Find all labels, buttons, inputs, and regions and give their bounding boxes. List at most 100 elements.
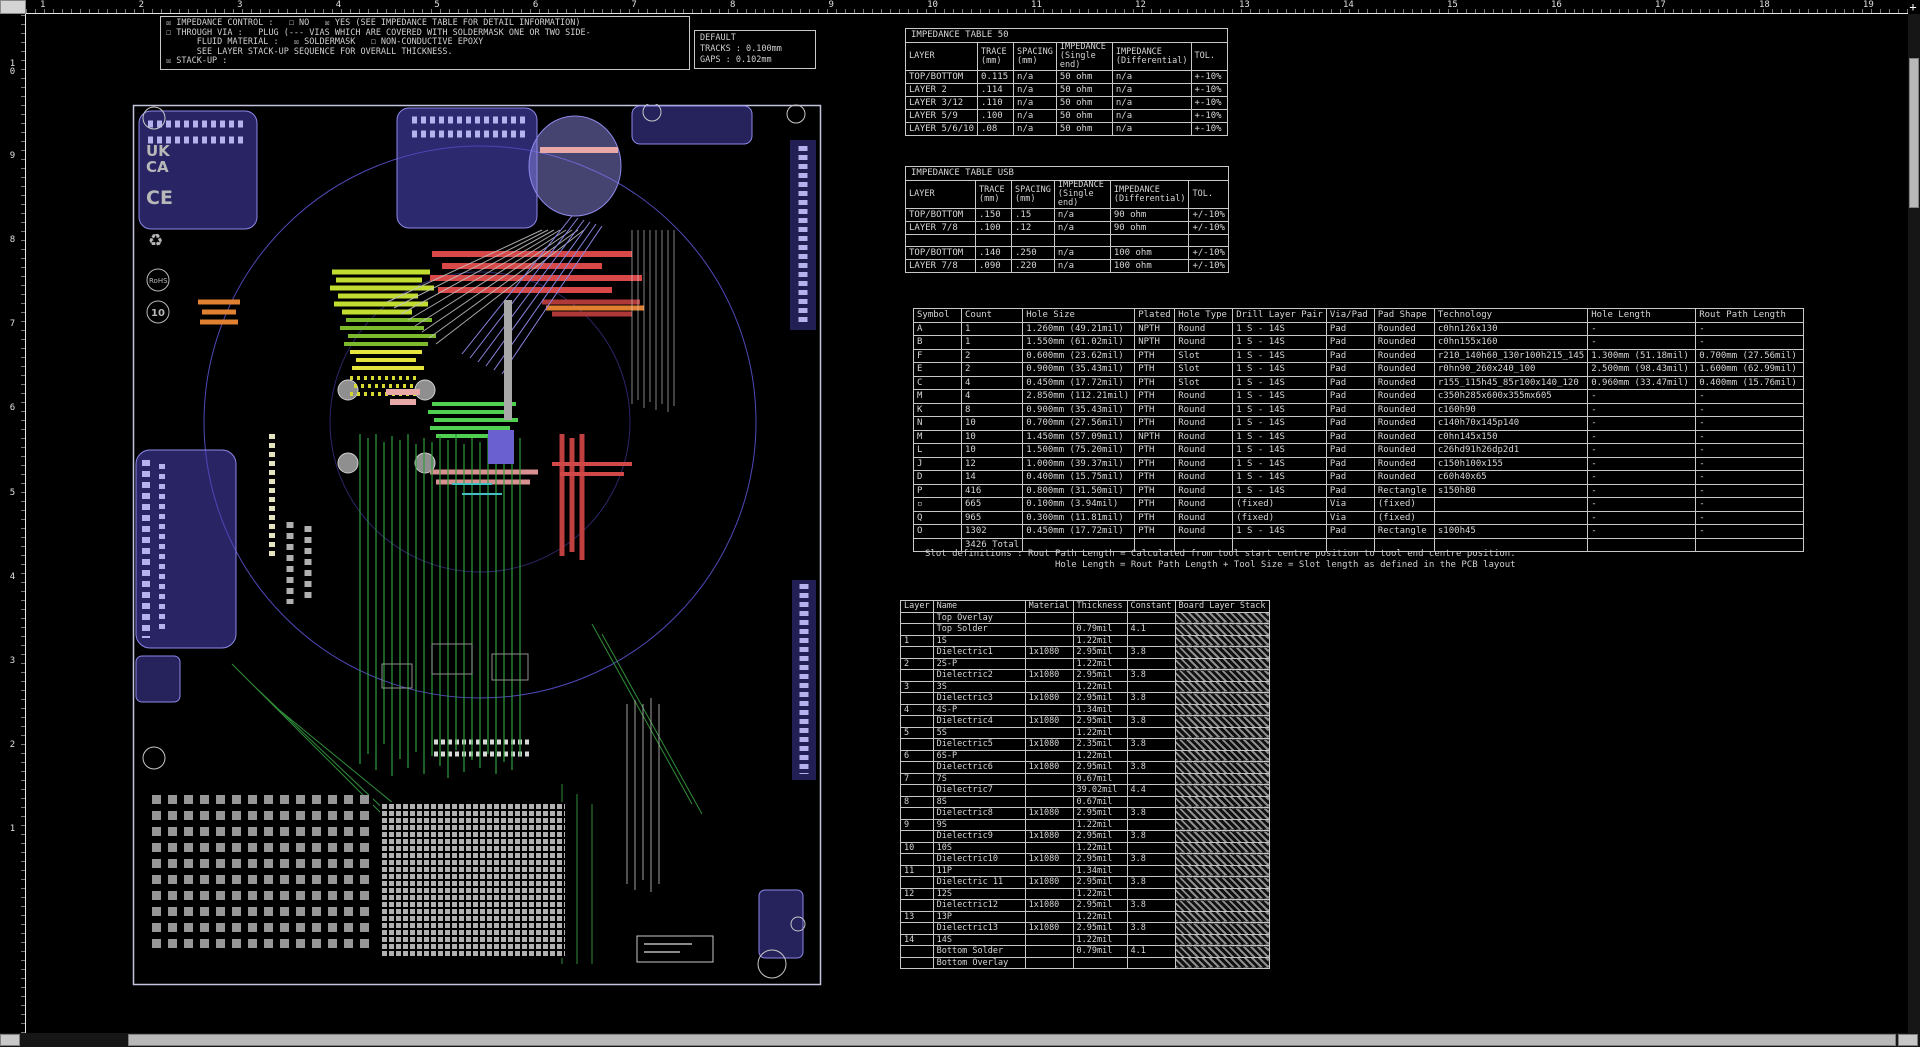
table-cell	[1126, 818, 1176, 831]
table-cell: 3.8	[1126, 738, 1176, 751]
table-cell: Dielectric13	[932, 922, 1026, 935]
table-cell	[1174, 853, 1270, 866]
table-cell	[1126, 680, 1176, 693]
ruler-number: 8	[9, 235, 16, 246]
table-cell: 3.8	[1126, 876, 1176, 889]
table-cell: .140	[975, 246, 1012, 260]
table-cell: Round	[1174, 416, 1234, 431]
scroll-right-button[interactable]	[1898, 1034, 1918, 1046]
table-cell	[900, 738, 934, 751]
table-cell: n/a	[1013, 83, 1057, 97]
table-cell: Round	[1174, 524, 1234, 539]
table-cell: r0hn90_260x240_100	[1433, 362, 1589, 377]
table-cell: 0.900mm (35.43mil)	[1022, 402, 1136, 417]
table-cell: -	[1587, 483, 1697, 498]
table-cell: Round	[1174, 335, 1234, 350]
table-cell: TOL.	[1190, 42, 1228, 71]
table-cell: Round	[1174, 497, 1234, 512]
scroll-left-button[interactable]	[0, 1034, 20, 1046]
horizontal-scroll-thumb[interactable]	[128, 1034, 1896, 1046]
table-cell: 2.95mil	[1072, 692, 1128, 705]
table-cell: 14S	[932, 933, 1026, 946]
table-cell	[1174, 692, 1270, 705]
table-cell: Dielectric2	[932, 669, 1026, 682]
table-cell: 2.95mil	[1072, 922, 1128, 935]
table-cell: +/-10%	[1188, 208, 1229, 222]
table-cell: .100	[975, 221, 1012, 235]
table-cell: 1 S - 14S	[1232, 416, 1327, 431]
table-cell: LAYER 3/12	[904, 96, 979, 110]
table-cell: Pad	[1325, 470, 1375, 485]
table-cell: +-10%	[1190, 122, 1228, 136]
table-cell	[1024, 933, 1074, 946]
table-cell: Dielectric9	[932, 830, 1026, 843]
table-cell: Q	[913, 510, 962, 525]
ruler-number: 3	[237, 0, 243, 10]
table-cell: LAYER	[904, 42, 979, 71]
ruler-number: 1	[40, 0, 46, 10]
table-cell: 2.500mm (98.43mil)	[1587, 362, 1697, 377]
table-cell: 6	[900, 749, 934, 762]
table-cell: Rounded	[1373, 375, 1435, 390]
table-row: K 8 0.900mm (35.43mil) PTH Round 1 S - 14S Pad…	[913, 402, 1805, 417]
layer-stack-grid: Layer Name Material Thickness Constant Board …	[900, 600, 1270, 969]
table-cell: Dielectric8	[932, 807, 1026, 820]
table-cell: NPTH	[1134, 429, 1176, 444]
table-cell: -	[1587, 456, 1697, 471]
table-cell: n/a	[1111, 70, 1192, 84]
table-cell: 3.8	[1126, 853, 1176, 866]
table-cell: n/a	[1111, 109, 1192, 123]
vertical-scroll-thumb[interactable]	[1909, 58, 1919, 208]
table-cell: -	[1587, 416, 1697, 431]
ruler-number: 6	[532, 0, 539, 10]
table-cell: 12	[900, 887, 934, 900]
table-cell: 1x1080	[1024, 830, 1074, 843]
ruler-number: 14	[1343, 0, 1354, 10]
table-cell: Pad	[1325, 429, 1375, 444]
table-cell: 3.8	[1126, 922, 1176, 935]
table-cell: 0.450mm (17.72mil)	[1022, 524, 1136, 539]
table-cell: 0.100mm (3.94mil)	[1022, 497, 1136, 512]
table-cell	[1174, 933, 1270, 946]
table-cell: 2.95mil	[1072, 876, 1128, 889]
table-row: Bottom Solder 0.79mil 4.1	[900, 945, 1270, 958]
vertical-scrollbar[interactable]	[1908, 14, 1920, 1033]
ruler-number: 8	[729, 0, 736, 10]
horizontal-scrollbar[interactable]	[0, 1033, 1920, 1047]
table-cell: 1.22mil	[1072, 933, 1128, 946]
ce-mark: CE	[146, 187, 173, 209]
table-cell	[1024, 864, 1074, 877]
table-cell	[1695, 537, 1805, 552]
table-cell: PTH	[1134, 375, 1176, 390]
impedance-50-grid: LAYER TRACE (mm) SPACING (mm) IMPEDANCE (Si…	[904, 42, 1228, 136]
table-cell: 965	[960, 510, 1024, 525]
table-cell: 0.400mm (15.76mil)	[1695, 375, 1805, 390]
table-cell	[1174, 876, 1270, 889]
table-cell: 1x1080	[1024, 899, 1074, 912]
table-cell: -	[1695, 456, 1805, 471]
table-cell: -	[1695, 402, 1805, 417]
table-cell: Thickness	[1072, 600, 1128, 613]
table-cell: 5S	[932, 726, 1026, 739]
table-row: Dielectric9 1x1080 2.95mil 3.8	[900, 830, 1270, 843]
table-cell: 2.35mil	[1072, 738, 1128, 751]
table-cell: Pad	[1325, 443, 1375, 458]
component-outlines	[381, 643, 529, 689]
pcb-layout-canvas[interactable]: UK CA CE ♻ RoHS 10	[132, 104, 822, 986]
table-cell: -	[1587, 321, 1697, 336]
table-cell: n/a	[1013, 96, 1057, 110]
table-cell: -	[1695, 483, 1805, 498]
table-cell: 1 S - 14S	[1232, 362, 1327, 377]
table-cell: Rout Path Length	[1695, 308, 1805, 323]
table-cell: Pad	[1325, 389, 1375, 404]
table-cell: 12	[960, 456, 1024, 471]
rohs-label: RoHS	[149, 277, 168, 285]
table-row: TOP/BOTTOM .140.250 n/a 100 ohm +/-10%	[905, 246, 1229, 260]
table-cell: 1x1080	[1024, 761, 1074, 774]
table-cell	[900, 853, 934, 866]
table-cell: 90 ohm	[1109, 208, 1190, 222]
table-cell	[900, 692, 934, 705]
table-cell: Pad Shape	[1373, 308, 1435, 323]
table-cell	[1126, 772, 1176, 785]
table-cell: Board Layer Stack	[1174, 600, 1270, 613]
